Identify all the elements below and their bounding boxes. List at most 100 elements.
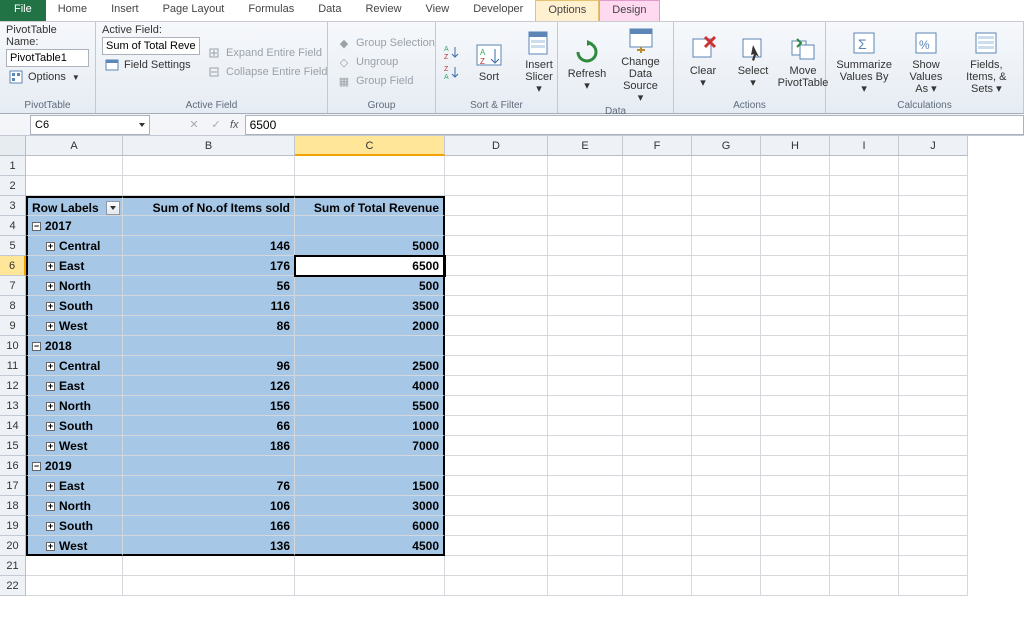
row-header-22[interactable]: 22 xyxy=(0,576,26,596)
tab-file[interactable]: File xyxy=(0,0,46,21)
cell-B22[interactable] xyxy=(123,576,295,596)
cell-C1[interactable] xyxy=(295,156,445,176)
cell-E20[interactable] xyxy=(548,536,623,556)
cell-F2[interactable] xyxy=(623,176,692,196)
cell-J3[interactable] xyxy=(899,196,968,216)
expand-region-button[interactable]: + xyxy=(46,522,55,531)
cell-G8[interactable] xyxy=(692,296,761,316)
cell-G16[interactable] xyxy=(692,456,761,476)
name-box-dropdown-icon[interactable] xyxy=(139,123,145,127)
collapse-year-button[interactable]: − xyxy=(32,462,41,471)
cell-J10[interactable] xyxy=(899,336,968,356)
cell-E15[interactable] xyxy=(548,436,623,456)
column-header-G[interactable]: G xyxy=(692,136,761,156)
row-header-12[interactable]: 12 xyxy=(0,376,26,396)
cell-A14[interactable]: +South xyxy=(26,416,123,436)
cell-A10[interactable]: −2018 xyxy=(26,336,123,356)
cell-J4[interactable] xyxy=(899,216,968,236)
cell-H2[interactable] xyxy=(761,176,830,196)
cell-F7[interactable] xyxy=(623,276,692,296)
collapse-year-button[interactable]: − xyxy=(32,342,41,351)
cell-H7[interactable] xyxy=(761,276,830,296)
move-pivottable-button[interactable]: Move PivotTable xyxy=(780,33,826,91)
cell-I19[interactable] xyxy=(830,516,899,536)
expand-region-button[interactable]: + xyxy=(46,482,55,491)
cell-J13[interactable] xyxy=(899,396,968,416)
cell-J8[interactable] xyxy=(899,296,968,316)
column-header-H[interactable]: H xyxy=(761,136,830,156)
tab-view[interactable]: View xyxy=(414,0,462,21)
group-selection-button[interactable]: ◆Group Selection xyxy=(334,34,437,52)
tab-insert[interactable]: Insert xyxy=(99,0,151,21)
cell-F3[interactable] xyxy=(623,196,692,216)
cell-E9[interactable] xyxy=(548,316,623,336)
cell-I6[interactable] xyxy=(830,256,899,276)
tab-formulas[interactable]: Formulas xyxy=(236,0,306,21)
cell-C19[interactable]: 6000 xyxy=(295,516,445,536)
cell-A12[interactable]: +East xyxy=(26,376,123,396)
tab-options[interactable]: Options xyxy=(535,0,599,21)
cell-H18[interactable] xyxy=(761,496,830,516)
cell-E10[interactable] xyxy=(548,336,623,356)
cell-H20[interactable] xyxy=(761,536,830,556)
cell-G12[interactable] xyxy=(692,376,761,396)
cell-C18[interactable]: 3000 xyxy=(295,496,445,516)
cell-B17[interactable]: 76 xyxy=(123,476,295,496)
cell-C17[interactable]: 1500 xyxy=(295,476,445,496)
cell-B18[interactable]: 106 xyxy=(123,496,295,516)
cell-C21[interactable] xyxy=(295,556,445,576)
cell-H11[interactable] xyxy=(761,356,830,376)
cell-J21[interactable] xyxy=(899,556,968,576)
cell-F8[interactable] xyxy=(623,296,692,316)
insert-slicer-button[interactable]: Insert Slicer ▾ xyxy=(516,27,562,97)
cell-H17[interactable] xyxy=(761,476,830,496)
row-header-18[interactable]: 18 xyxy=(0,496,26,516)
cell-I4[interactable] xyxy=(830,216,899,236)
cell-G22[interactable] xyxy=(692,576,761,596)
cell-F14[interactable] xyxy=(623,416,692,436)
expand-region-button[interactable]: + xyxy=(46,402,55,411)
column-header-I[interactable]: I xyxy=(830,136,899,156)
cell-G5[interactable] xyxy=(692,236,761,256)
row-header-19[interactable]: 19 xyxy=(0,516,26,536)
cell-G21[interactable] xyxy=(692,556,761,576)
expand-region-button[interactable]: + xyxy=(46,382,55,391)
column-header-F[interactable]: F xyxy=(623,136,692,156)
row-header-8[interactable]: 8 xyxy=(0,296,26,316)
group-field-button[interactable]: ▦Group Field xyxy=(334,72,437,90)
cell-G7[interactable] xyxy=(692,276,761,296)
show-values-as-button[interactable]: %Show Values As ▾ xyxy=(900,27,951,97)
cell-E7[interactable] xyxy=(548,276,623,296)
cell-E18[interactable] xyxy=(548,496,623,516)
cell-E4[interactable] xyxy=(548,216,623,236)
collapse-entire-field-button[interactable]: Collapse Entire Field xyxy=(204,63,330,81)
cell-A11[interactable]: +Central xyxy=(26,356,123,376)
expand-region-button[interactable]: + xyxy=(46,362,55,371)
tab-design[interactable]: Design xyxy=(599,0,659,21)
column-header-E[interactable]: E xyxy=(548,136,623,156)
tab-developer[interactable]: Developer xyxy=(461,0,535,21)
cell-F5[interactable] xyxy=(623,236,692,256)
cell-D14[interactable] xyxy=(445,416,548,436)
cell-A6[interactable]: +East xyxy=(26,256,123,276)
cell-B21[interactable] xyxy=(123,556,295,576)
cell-B19[interactable]: 166 xyxy=(123,516,295,536)
cell-G14[interactable] xyxy=(692,416,761,436)
cell-B14[interactable]: 66 xyxy=(123,416,295,436)
cell-E11[interactable] xyxy=(548,356,623,376)
cell-C15[interactable]: 7000 xyxy=(295,436,445,456)
cell-C16[interactable] xyxy=(295,456,445,476)
cell-H5[interactable] xyxy=(761,236,830,256)
cell-E19[interactable] xyxy=(548,516,623,536)
field-settings-button[interactable]: Field Settings xyxy=(102,56,200,74)
expand-region-button[interactable]: + xyxy=(46,502,55,511)
cell-G4[interactable] xyxy=(692,216,761,236)
cell-C8[interactable]: 3500 xyxy=(295,296,445,316)
cell-D6[interactable] xyxy=(445,256,548,276)
cell-I14[interactable] xyxy=(830,416,899,436)
cell-C2[interactable] xyxy=(295,176,445,196)
cell-I8[interactable] xyxy=(830,296,899,316)
sort-button[interactable]: AZ Sort xyxy=(466,39,512,85)
cell-J5[interactable] xyxy=(899,236,968,256)
cell-D4[interactable] xyxy=(445,216,548,236)
